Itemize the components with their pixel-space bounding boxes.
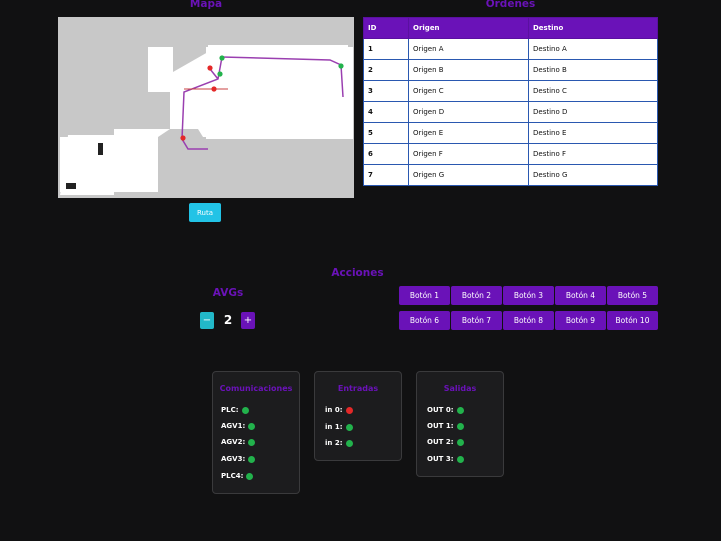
- decrement-avg-button[interactable]: −: [200, 312, 214, 329]
- cell-id: 2: [363, 59, 409, 81]
- cell-id: 7: [363, 164, 409, 186]
- cell-origin: Origen D: [408, 101, 529, 123]
- cell-destination: Destino F: [528, 143, 658, 165]
- status-label: AGV1:: [221, 422, 246, 430]
- status-ok-icon: [246, 472, 254, 480]
- cell-id: 5: [363, 122, 409, 144]
- status-ok-icon: [248, 422, 256, 430]
- action-button-2[interactable]: Botón 2: [451, 286, 502, 305]
- orders-title: Ordenes: [485, 0, 536, 10]
- increment-avg-button[interactable]: +: [241, 312, 255, 329]
- status-label: PLC4:: [221, 472, 244, 480]
- map-canvas: [58, 17, 354, 198]
- status-row: OUT 0:: [427, 406, 464, 414]
- action-button-6[interactable]: Botón 6: [399, 311, 450, 330]
- outputs-panel: Salidas OUT 0: OUT 1: OUT 2: OUT 3:: [416, 371, 504, 477]
- cell-destination: Destino D: [528, 101, 658, 123]
- map-view[interactable]: [58, 17, 354, 198]
- cell-id: 4: [363, 101, 409, 123]
- cell-destination: Destino G: [528, 164, 658, 186]
- action-button-8[interactable]: Botón 8: [503, 311, 554, 330]
- cell-origin: Origen F: [408, 143, 529, 165]
- action-button-4[interactable]: Botón 4: [555, 286, 606, 305]
- action-button-1[interactable]: Botón 1: [399, 286, 450, 305]
- cell-destination: Destino E: [528, 122, 658, 144]
- status-row: PLC4:: [221, 472, 254, 480]
- map-node: [219, 55, 225, 61]
- status-row: AGV2:: [221, 438, 256, 446]
- cell-id: 3: [363, 80, 409, 102]
- table-row[interactable]: 6 Origen F Destino F: [363, 143, 658, 165]
- status-ok-icon: [241, 406, 249, 414]
- action-button-9[interactable]: Botón 9: [555, 311, 606, 330]
- panel-title: Comunicaciones: [219, 384, 293, 393]
- status-label: OUT 0:: [427, 406, 454, 414]
- status-row: OUT 3:: [427, 455, 464, 463]
- cell-id: 1: [363, 38, 409, 60]
- status-row: in 2:: [325, 439, 353, 447]
- orders-table: ID Origen Destino 1 Origen A Destino A 2 Or…: [363, 17, 658, 186]
- map-title: Mapa: [189, 0, 223, 10]
- cell-origin: Origen E: [408, 122, 529, 144]
- status-ok-icon: [345, 423, 353, 431]
- status-row: AGV1:: [221, 422, 256, 430]
- cell-id: 6: [363, 143, 409, 165]
- action-button-7[interactable]: Botón 7: [451, 311, 502, 330]
- status-ok-icon: [456, 406, 464, 414]
- status-label: in 1:: [325, 423, 343, 431]
- table-row[interactable]: 1 Origen A Destino A: [363, 38, 658, 60]
- status-row: AGV3:: [221, 455, 256, 463]
- communications-panel: Comunicaciones PLC: AGV1: AGV2: AGV3: PL…: [212, 371, 300, 494]
- status-label: OUT 2:: [427, 438, 454, 446]
- panel-title: Entradas: [337, 384, 379, 393]
- status-ok-icon: [345, 439, 353, 447]
- status-ok-icon: [248, 455, 256, 463]
- cell-origin: Origen C: [408, 80, 529, 102]
- table-row[interactable]: 5 Origen E Destino E: [363, 122, 658, 144]
- inputs-panel: Entradas in 0: in 1: in 2:: [314, 371, 402, 461]
- status-ok-icon: [456, 438, 464, 446]
- status-label: in 2:: [325, 439, 343, 447]
- avg-count: 2: [223, 313, 233, 327]
- actions-title: Acciones: [331, 267, 384, 279]
- table-row[interactable]: 2 Origen B Destino B: [363, 59, 658, 81]
- column-header-id[interactable]: ID: [363, 17, 409, 39]
- status-row: in 0:: [325, 406, 353, 414]
- status-label: AGV3:: [221, 455, 246, 463]
- table-row[interactable]: 3 Origen C Destino C: [363, 80, 658, 102]
- map-obstacle: [98, 143, 103, 155]
- table-header-row: ID Origen Destino: [363, 17, 658, 39]
- cell-origin: Origen A: [408, 38, 529, 60]
- column-header-origin[interactable]: Origen: [408, 17, 529, 39]
- status-ok-icon: [248, 438, 256, 446]
- column-header-destination[interactable]: Destino: [528, 17, 658, 39]
- status-row: PLC:: [221, 406, 249, 414]
- action-button-5[interactable]: Botón 5: [607, 286, 658, 305]
- action-button-3[interactable]: Botón 3: [503, 286, 554, 305]
- status-label: AGV2:: [221, 438, 246, 446]
- status-label: OUT 1:: [427, 422, 454, 430]
- cell-destination: Destino B: [528, 59, 658, 81]
- status-ok-icon: [456, 455, 464, 463]
- avgs-title: AVGs: [212, 287, 244, 299]
- table-row[interactable]: 4 Origen D Destino D: [363, 101, 658, 123]
- cell-origin: Origen G: [408, 164, 529, 186]
- route-button[interactable]: Ruta: [189, 203, 221, 222]
- status-row: in 1:: [325, 423, 353, 431]
- status-label: OUT 3:: [427, 455, 454, 463]
- status-label: PLC:: [221, 406, 239, 414]
- cell-origin: Origen B: [408, 59, 529, 81]
- status-error-icon: [345, 406, 353, 414]
- cell-destination: Destino A: [528, 38, 658, 60]
- table-row[interactable]: 7 Origen G Destino G: [363, 164, 658, 186]
- panel-title: Salidas: [443, 384, 477, 393]
- status-row: OUT 2:: [427, 438, 464, 446]
- status-label: in 0:: [325, 406, 343, 414]
- action-button-10[interactable]: Botón 10: [607, 311, 658, 330]
- status-ok-icon: [456, 422, 464, 430]
- status-row: OUT 1:: [427, 422, 464, 430]
- cell-destination: Destino C: [528, 80, 658, 102]
